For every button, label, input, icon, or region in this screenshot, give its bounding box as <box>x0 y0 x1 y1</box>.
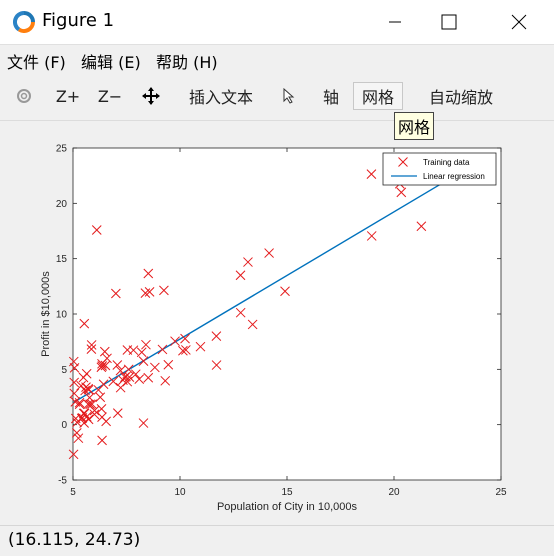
zoom-in-button[interactable]: Z+ <box>55 84 81 108</box>
status-bar: (16.115, 24.73) <box>0 525 554 556</box>
grid-tooltip: 网格 <box>394 112 435 140</box>
y-tick-label: 5 <box>61 365 67 376</box>
pointer-button[interactable] <box>280 84 298 108</box>
maximize-icon <box>441 14 457 30</box>
plot-area <box>72 147 502 481</box>
y-tick-label: -5 <box>58 476 67 487</box>
menu-bar: 文件 (F) 编辑 (E) 帮助 (H) <box>0 44 554 75</box>
minimize-button[interactable] <box>372 0 418 44</box>
rotate-button[interactable] <box>12 84 36 108</box>
x-tick-label: 25 <box>495 487 507 498</box>
menu-file[interactable]: 文件 (F) <box>7 49 66 73</box>
y-tick-label: 20 <box>56 199 68 210</box>
legend-label: Linear regression <box>423 172 485 181</box>
cursor-coordinates: (16.115, 24.73) <box>8 530 141 550</box>
minimize-icon <box>389 21 401 23</box>
menu-help[interactable]: 帮助 (H) <box>156 49 218 73</box>
rotate-icon <box>17 89 31 103</box>
autoscale-button[interactable]: 自动缩放 <box>425 84 497 108</box>
grid-button[interactable]: 网格 <box>353 82 404 110</box>
x-tick-label: 5 <box>70 487 76 498</box>
pointer-icon <box>283 88 295 104</box>
toolbar: Z+ Z− 插入文本 轴 网格 自动缩放 <box>0 74 554 121</box>
y-tick-label: 15 <box>56 254 68 265</box>
close-icon <box>511 14 527 30</box>
x-axis-label: Population of City in 10,000s <box>217 501 358 513</box>
x-tick-label: 10 <box>174 487 186 498</box>
maximize-button[interactable] <box>426 0 472 44</box>
axes-button[interactable]: 轴 <box>320 84 342 108</box>
menu-edit[interactable]: 编辑 (E) <box>81 49 141 73</box>
matlab-app-icon <box>13 11 35 33</box>
title-bar: Figure 1 <box>0 0 554 44</box>
chart[interactable]: 5 10 15 20 25 -5 0 5 10 15 20 25 Population of City … <box>0 121 554 525</box>
x-tick-label: 20 <box>388 487 400 498</box>
y-axis-label: Profit in $10,000s <box>40 271 52 357</box>
y-tick-label: 25 <box>56 144 68 155</box>
y-tick-label: 0 <box>61 420 67 431</box>
y-tick-label: 10 <box>56 310 68 321</box>
pan-icon <box>142 87 160 105</box>
x-tick-label: 15 <box>281 487 293 498</box>
zoom-out-button[interactable]: Z− <box>97 84 123 108</box>
window-title: Figure 1 <box>42 10 115 31</box>
close-button[interactable] <box>496 0 542 44</box>
insert-text-button[interactable]: 插入文本 <box>184 84 258 108</box>
pan-button[interactable] <box>140 84 162 108</box>
figure-canvas[interactable]: 5 10 15 20 25 -5 0 5 10 15 20 25 Population of City … <box>0 121 554 525</box>
legend-label: Training data <box>423 158 470 167</box>
